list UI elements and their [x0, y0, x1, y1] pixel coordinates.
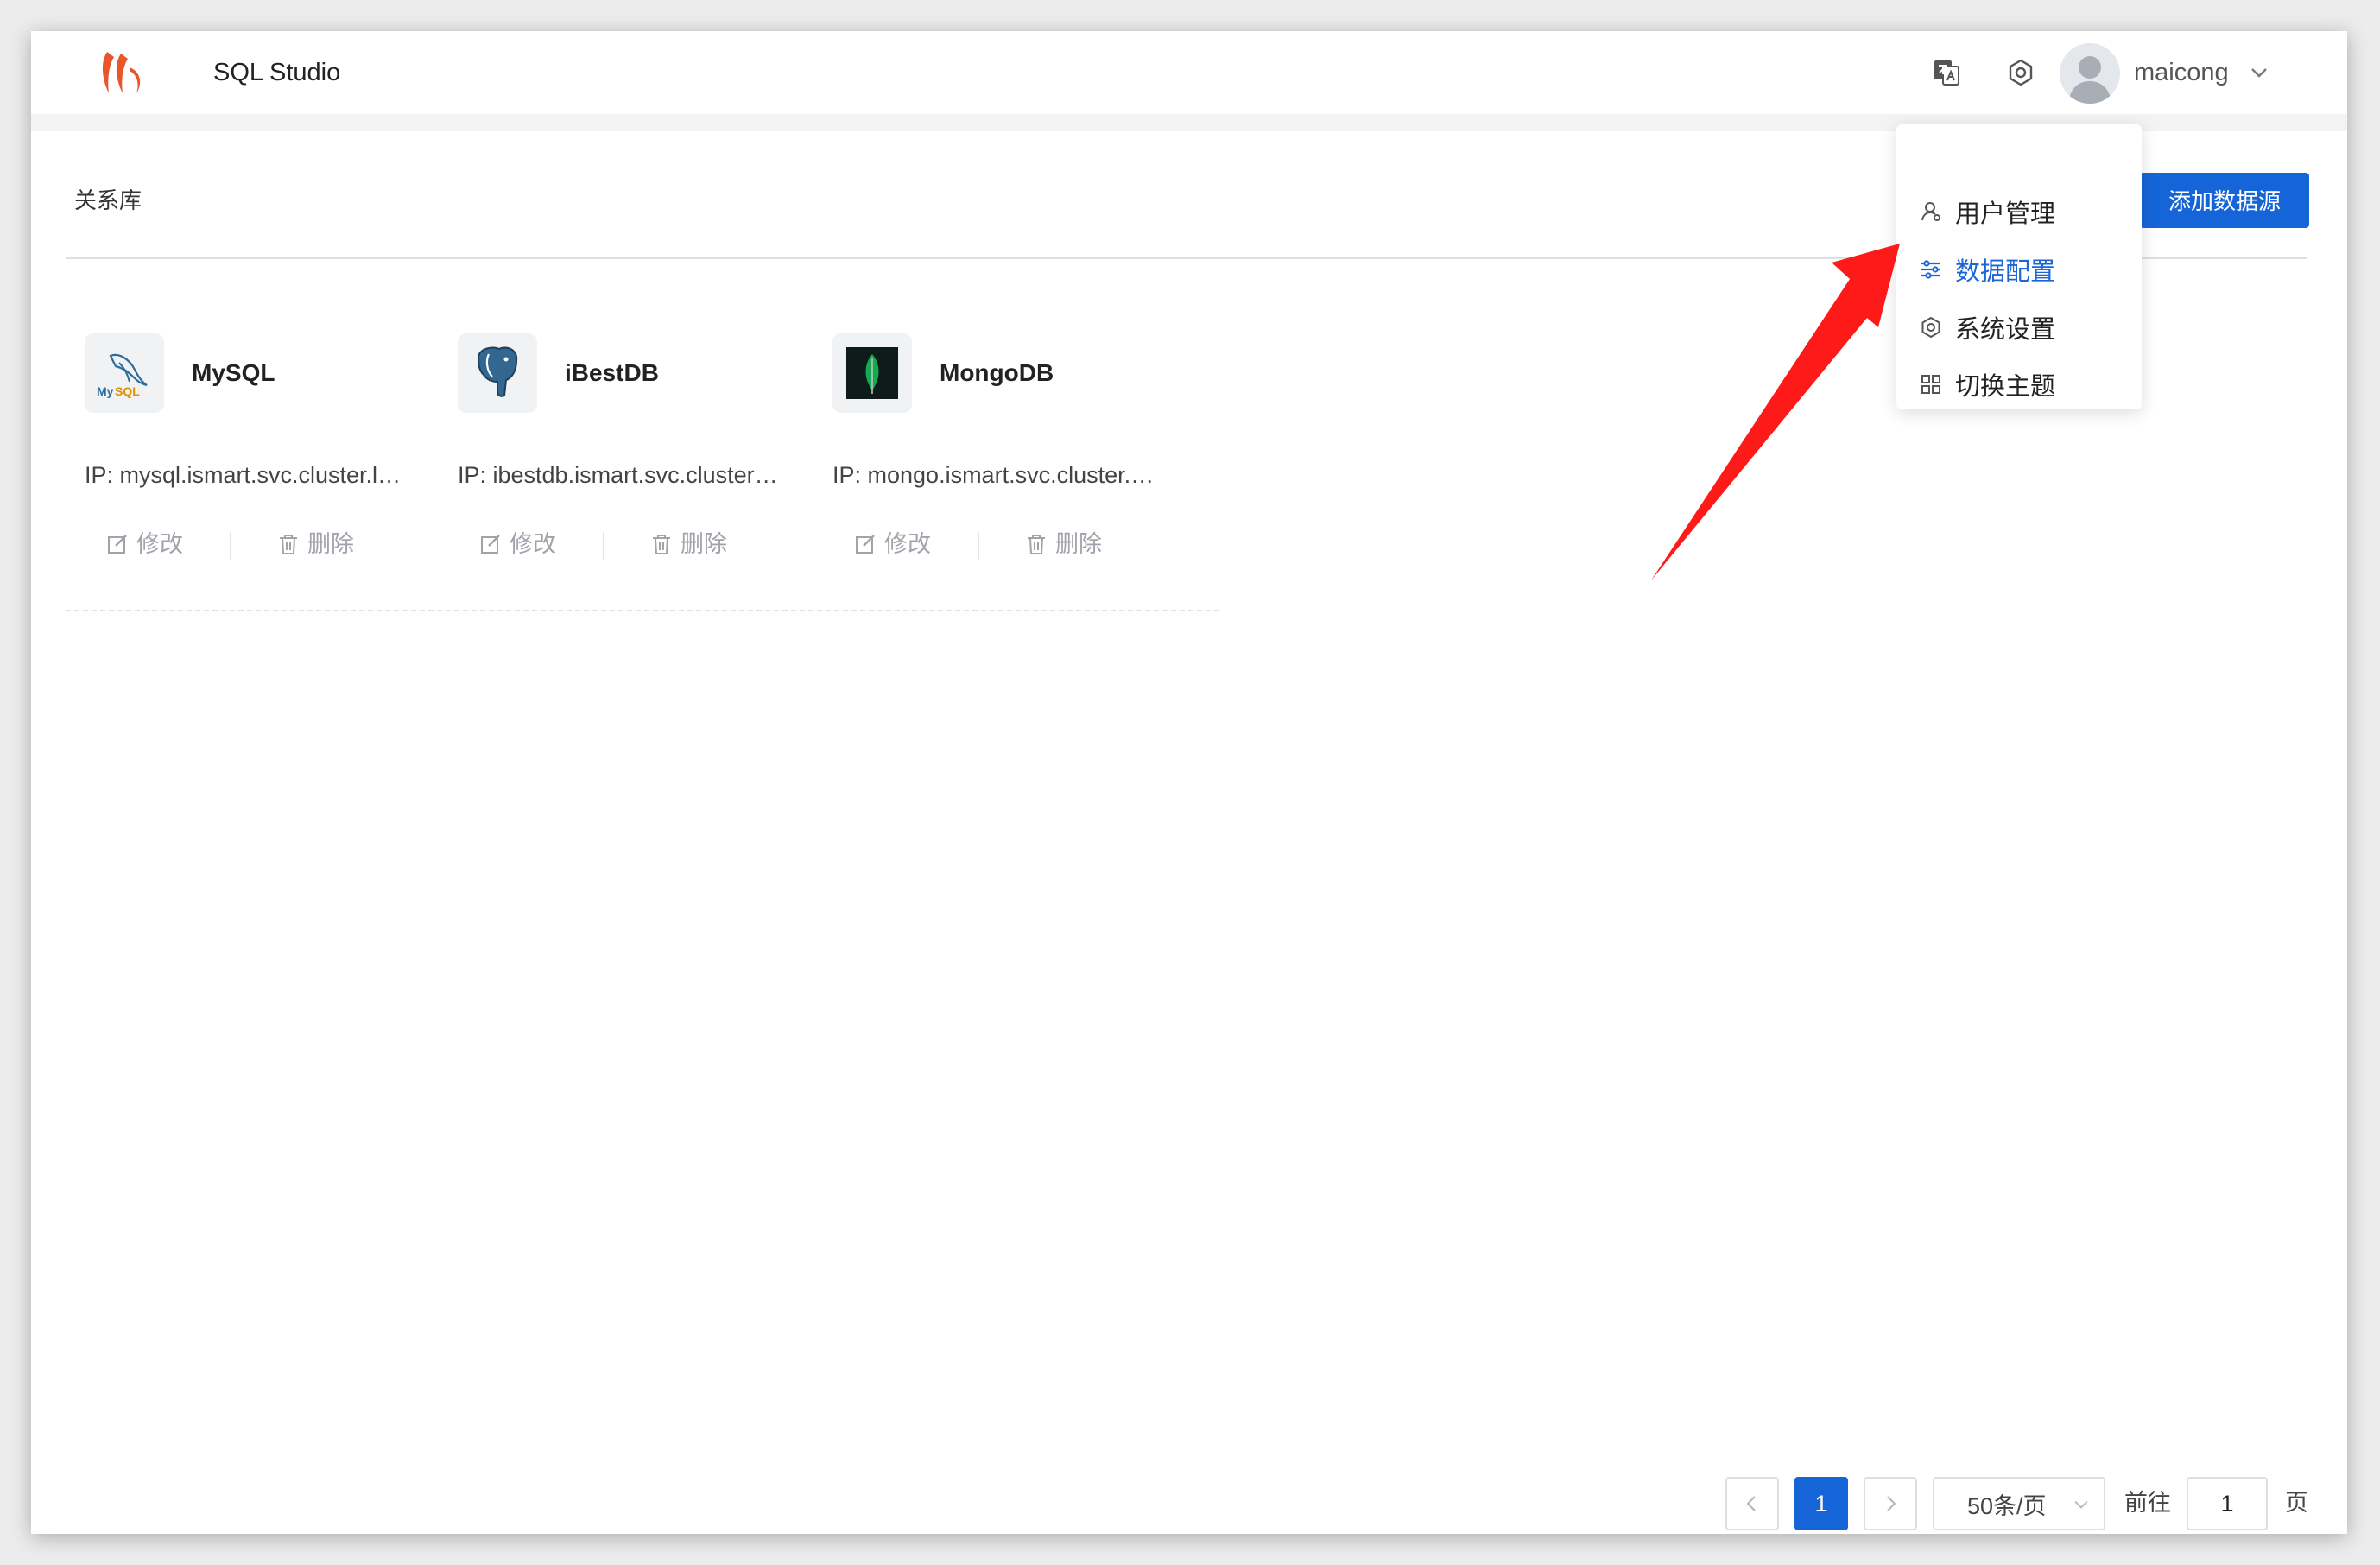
page-size-value: 50条/页	[1967, 1492, 2047, 1519]
delete-label: 删除	[1055, 531, 1102, 557]
datasource-card[interactable]: MongoDB IP: mongo.ismart.svc.cluster.… 修…	[832, 333, 1204, 618]
delete-label: 删除	[307, 531, 354, 557]
edit-icon	[856, 535, 875, 554]
edit-label: 修改	[884, 531, 931, 557]
mysql-logo: My SQL	[85, 333, 164, 413]
add-datasource-button[interactable]: 添加数据源	[2140, 173, 2309, 228]
menu-item-data-config[interactable]: 数据配置	[1919, 248, 2055, 291]
app-logo	[95, 45, 150, 100]
page-suffix: 页	[2285, 1490, 2308, 1516]
section-title: 关系库	[74, 187, 142, 213]
edit-button[interactable]: 修改	[105, 529, 183, 560]
menu-item-label: 用户管理	[1955, 200, 2056, 228]
trash-icon	[653, 535, 670, 554]
page-size-select[interactable]: 50条/页	[1933, 1477, 2105, 1530]
menu-item-label: 数据配置	[1955, 258, 2056, 286]
app-title: SQL Studio	[213, 59, 341, 86]
menu-item-system-settings[interactable]: 系统设置	[1919, 306, 2055, 349]
delete-label: 删除	[680, 531, 727, 557]
edit-label: 修改	[510, 531, 556, 557]
edit-label: 修改	[136, 531, 183, 557]
user-dropdown-menu: 用户管理 数据配置 系统设置 切换主题	[1896, 124, 2142, 409]
edit-icon	[108, 535, 127, 554]
edit-icon	[481, 535, 500, 554]
datasource-ip: IP: mongo.ismart.svc.cluster.…	[832, 462, 1155, 488]
grid-icon	[1921, 375, 1940, 394]
delete-button[interactable]: 删除	[1024, 529, 1102, 560]
datasource-name: iBestDB	[565, 359, 659, 386]
settings-icon[interactable]	[2005, 57, 2036, 88]
datasource-card[interactable]: iBestDB IP: ibestdb.ismart.svc.cluster… …	[458, 333, 829, 618]
action-separator	[978, 532, 979, 560]
page-number-current[interactable]: 1	[1794, 1477, 1848, 1530]
cards-divider	[66, 610, 1219, 611]
avatar[interactable]	[2060, 43, 2120, 104]
user-icon	[1921, 202, 1940, 221]
chevron-left-icon	[1746, 1496, 1756, 1511]
settings-icon	[1921, 317, 1940, 338]
menu-item-label: 系统设置	[1955, 316, 2056, 344]
elephant-logo	[458, 333, 537, 413]
chevron-down-icon[interactable]	[2247, 60, 2271, 85]
chevron-right-icon	[1887, 1496, 1896, 1511]
user-name[interactable]: maicong	[2134, 55, 2229, 90]
trash-icon	[1028, 535, 1045, 554]
delete-button[interactable]: 删除	[276, 529, 354, 560]
menu-item-user-management[interactable]: 用户管理	[1919, 190, 2055, 233]
prev-page-button[interactable]	[1725, 1477, 1779, 1530]
svg-text:My: My	[97, 384, 114, 398]
top-bar: SQL Studio maicong	[31, 31, 2347, 114]
action-separator	[603, 532, 604, 560]
svg-text:SQL: SQL	[115, 384, 140, 398]
trash-icon	[280, 535, 297, 554]
sliders-icon	[1921, 260, 1940, 279]
app-window: SQL Studio maicong 关系库 添加数据源 My SQL MySQ…	[31, 31, 2347, 1534]
translate-icon[interactable]	[1931, 57, 1962, 88]
chevron-down-icon	[2074, 1500, 2088, 1509]
datasource-ip: IP: ibestdb.ismart.svc.cluster…	[458, 462, 778, 488]
mongodb-leaf-logo	[832, 333, 912, 413]
datasource-ip: IP: mysql.ismart.svc.cluster.l…	[85, 462, 402, 488]
goto-page-input[interactable]: 1	[2187, 1477, 2268, 1530]
edit-button[interactable]: 修改	[478, 529, 556, 560]
action-separator	[230, 532, 231, 560]
datasource-card[interactable]: My SQL MySQL IP: mysql.ismart.svc.cluste…	[85, 333, 456, 618]
menu-item-switch-theme[interactable]: 切换主题	[1919, 363, 2055, 406]
datasource-name: MySQL	[192, 359, 275, 386]
next-page-button[interactable]	[1864, 1477, 1917, 1530]
datasource-name: MongoDB	[940, 359, 1054, 386]
edit-button[interactable]: 修改	[853, 529, 931, 560]
menu-item-label: 切换主题	[1955, 373, 2056, 401]
delete-button[interactable]: 删除	[649, 529, 727, 560]
goto-label: 前往	[2124, 1490, 2171, 1516]
